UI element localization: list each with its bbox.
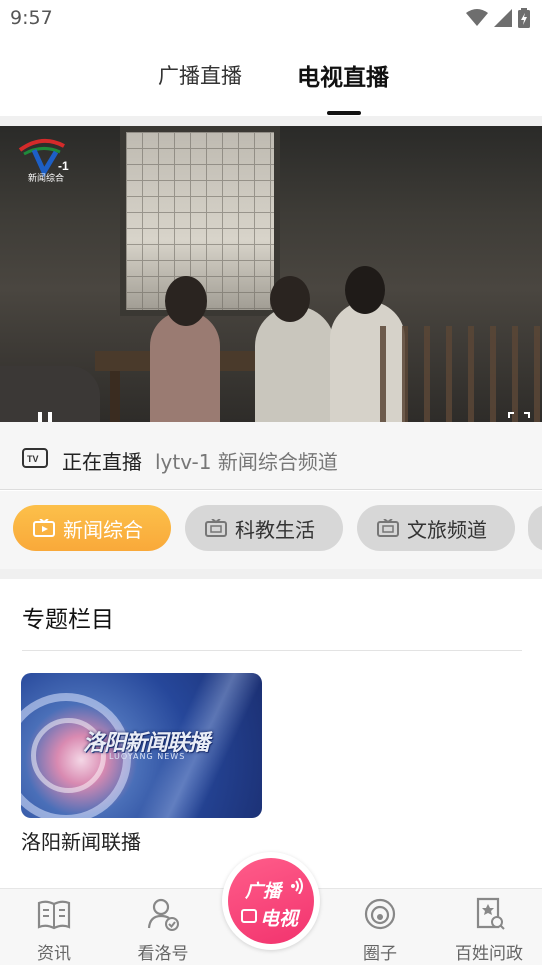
report-icon [476, 897, 505, 930]
live-info-bar: TV 正在直播 lytv-1 新闻综合频道 [0, 422, 542, 490]
center-button-top-label: 广播 [245, 881, 281, 902]
channel-chip-label: 科教生活 [235, 517, 315, 542]
status-bar: 9:57 [0, 0, 542, 36]
tv-icon [205, 519, 227, 537]
nav-label: 百姓问政 [455, 944, 523, 964]
channel-chip-label: 文旅频道 [407, 517, 487, 542]
topic-card-logo-en: LUOYANG NEWS [109, 752, 186, 761]
tv-icon: TV [22, 448, 48, 468]
wifi-icon [466, 9, 488, 26]
user-check-icon [147, 898, 179, 931]
video-scene-person [255, 306, 335, 422]
center-button-bottom-label: 电视 [260, 908, 299, 930]
nav-label: 资讯 [37, 944, 71, 964]
active-tab-indicator [327, 111, 361, 115]
radio-tv-center-button[interactable]: 广播 电视 [222, 852, 320, 950]
status-time: 9:57 [10, 7, 53, 29]
status-icons [466, 8, 530, 28]
tab-radio-live[interactable]: 广播直播 [158, 60, 242, 90]
nav-item-kanluo[interactable]: 看洛号 [123, 897, 203, 964]
channel-selector: 新闻综合 科教生活 文旅频道 [0, 491, 542, 569]
divider [22, 650, 522, 651]
nav-label: 看洛号 [137, 944, 189, 964]
section-gap [0, 116, 542, 126]
live-label: 正在直播 [62, 450, 142, 474]
nav-item-news[interactable]: 资讯 [14, 897, 94, 964]
pause-icon[interactable] [36, 412, 54, 422]
topic-card-thumbnail[interactable]: 洛阳新闻联播 LUOYANG NEWS [21, 673, 262, 818]
tv-icon [241, 909, 257, 923]
battery-icon [518, 8, 530, 28]
live-channel-name: lytv-1 新闻综合频道 [155, 450, 338, 474]
circle-icon [364, 898, 396, 930]
section-title: 专题栏目 [22, 607, 114, 633]
channel-chip-news[interactable]: 新闻综合 [13, 505, 171, 551]
nav-item-public-affairs[interactable]: 百姓问政 [449, 897, 529, 964]
video-scene-person [150, 311, 220, 422]
tv-icon [377, 519, 399, 537]
video-player[interactable]: -1 新闻综合 [0, 126, 542, 422]
broadcast-icon [291, 878, 303, 894]
section-gap [0, 569, 542, 579]
top-tabs: 广播直播 电视直播 [0, 36, 542, 116]
channel-chip-science[interactable]: 科教生活 [185, 505, 343, 551]
signal-icon [494, 9, 512, 27]
channel-chip-culture[interactable]: 文旅频道 [357, 505, 515, 551]
fullscreen-icon[interactable] [508, 412, 530, 422]
nav-label: 圈子 [363, 944, 397, 964]
channel-logo-caption: 新闻综合 [28, 174, 65, 184]
book-icon [37, 900, 71, 930]
channel-chip-more[interactable] [528, 505, 542, 551]
nav-item-circle[interactable]: 圈子 [340, 897, 420, 964]
topic-card-title[interactable]: 洛阳新闻联播 [21, 826, 141, 855]
video-scene-railing [380, 326, 542, 422]
tab-tv-live[interactable]: 电视直播 [297, 58, 389, 92]
channel-chip-label: 新闻综合 [63, 517, 143, 542]
tv-icon [33, 519, 55, 537]
svg-text:TV: TV [27, 454, 39, 464]
